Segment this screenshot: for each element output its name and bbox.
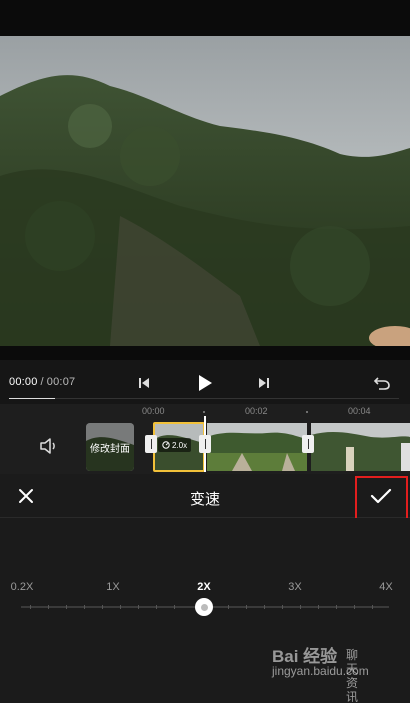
slider-tick (120, 605, 121, 609)
slider-tick (372, 605, 373, 609)
clip-thumbnail (311, 423, 410, 471)
slider-tick (30, 605, 31, 609)
speed-option-4x[interactable]: 4X (379, 581, 392, 593)
ruler-dot (203, 411, 205, 413)
skip-previous-icon (139, 378, 149, 388)
clip-speed-value: 2.0x (172, 440, 188, 450)
slider-tick (138, 605, 139, 609)
status-bar-area (0, 0, 410, 36)
cover-thumbnail[interactable]: 修改封面 (86, 423, 134, 471)
undo-button[interactable] (370, 372, 394, 394)
play-button[interactable] (193, 372, 217, 394)
slider-tick (300, 605, 301, 609)
speed-option-2x[interactable]: 2X (197, 581, 210, 593)
scrub-progress (9, 398, 55, 399)
speaker-icon (40, 438, 55, 454)
trim-handle-right[interactable] (199, 435, 211, 453)
landscape-frame (0, 36, 410, 346)
clip-speed-badge: 2.0x (158, 438, 192, 452)
preview-bottom-bar (0, 346, 410, 360)
speed-option-1x[interactable]: 1X (106, 581, 119, 593)
slider-tick (246, 605, 247, 609)
clip-transition-handle[interactable] (302, 435, 314, 453)
ruler-label: 00:02 (245, 406, 268, 416)
slider-tick (174, 605, 175, 609)
highlight-annotation (355, 476, 408, 522)
slider-tick (66, 605, 67, 609)
speed-icon (162, 441, 170, 449)
slider-tick (354, 605, 355, 609)
slider-tick (48, 605, 49, 609)
slider-tick (156, 605, 157, 609)
ruler-dot (306, 411, 308, 413)
slider-tick (336, 605, 337, 609)
video-clip[interactable] (207, 423, 307, 471)
audio-toggle[interactable] (38, 436, 60, 456)
speed-option-0.2x[interactable]: 0.2X (11, 581, 34, 593)
clip-thumbnail (207, 423, 307, 471)
speed-slider-knob[interactable] (195, 598, 213, 616)
ruler-label: 00:00 (142, 406, 165, 416)
undo-icon (373, 377, 390, 390)
scrub-track[interactable] (9, 398, 399, 399)
playback-controls: 00:00/00:07 (0, 360, 410, 404)
time-display: 00:00/00:07 (9, 376, 75, 388)
slider-tick (228, 605, 229, 609)
watermark-caption: 聊天资讯 (346, 648, 359, 703)
next-button[interactable] (252, 372, 276, 394)
previous-button[interactable] (132, 372, 156, 394)
cover-label: 修改封面 (86, 423, 134, 471)
ruler-label: 00:04 (348, 406, 371, 416)
slider-tick (318, 605, 319, 609)
total-time: 00:07 (46, 376, 76, 388)
watermark: Bai 经验 jingyan.baidu.com 聊天资讯 (272, 648, 369, 703)
current-time: 00:00 (9, 376, 38, 388)
slider-tick (84, 605, 85, 609)
slider-tick (102, 605, 103, 609)
speed-option-3x[interactable]: 3X (288, 581, 301, 593)
skip-next-icon (259, 378, 269, 388)
time-separator: / (40, 376, 44, 388)
trim-handle-left[interactable] (145, 435, 157, 453)
slider-tick (282, 605, 283, 609)
video-clip[interactable] (311, 423, 410, 471)
panel-title: 变速 (189, 491, 220, 508)
video-preview[interactable] (0, 36, 410, 346)
play-icon (199, 375, 212, 391)
slider-tick (264, 605, 265, 609)
speed-panel-header: 变速 (0, 474, 410, 518)
